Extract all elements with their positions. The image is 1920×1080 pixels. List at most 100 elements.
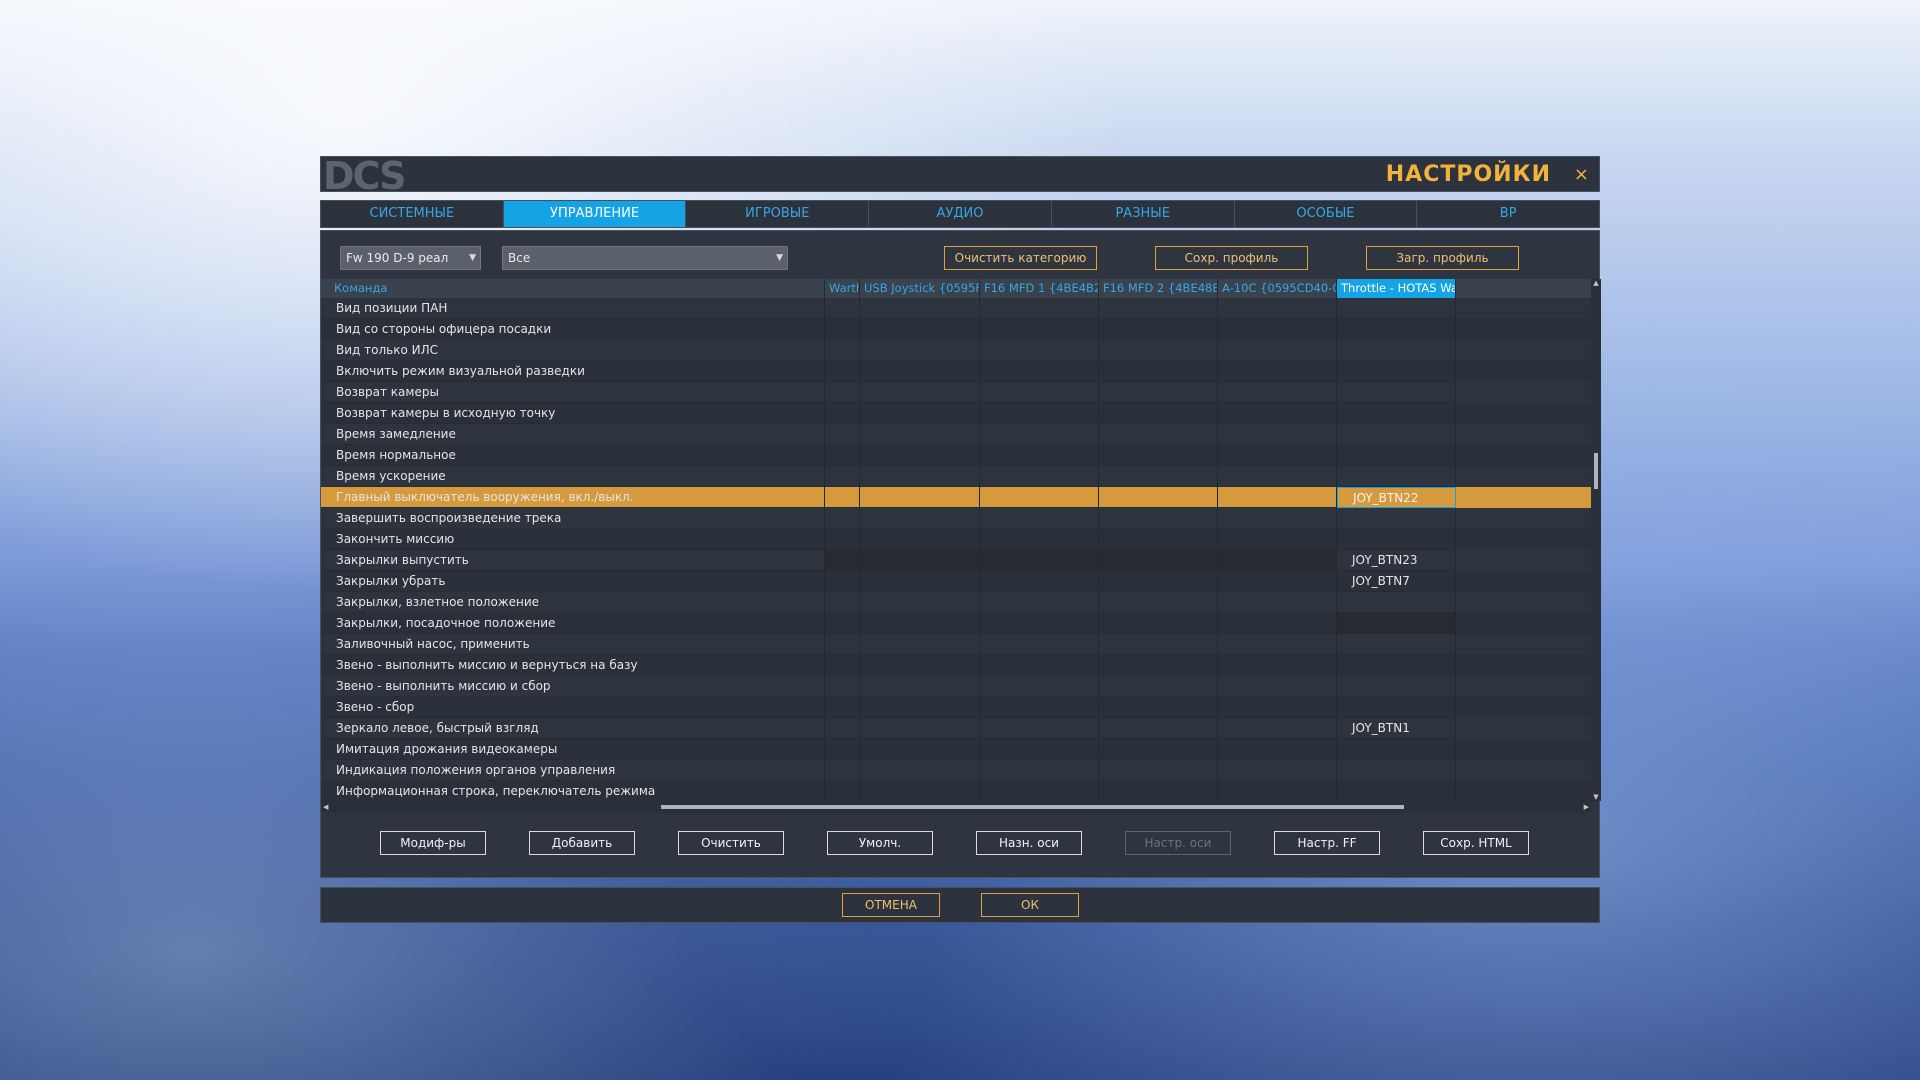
default-button[interactable]: Умолч. [827,831,933,855]
binding-cell[interactable] [1099,466,1218,487]
binding-cell[interactable] [1099,571,1218,592]
binding-cell[interactable] [1099,445,1218,466]
save-profile-button[interactable]: Сохр. профиль [1155,246,1308,270]
binding-cell[interactable] [1337,697,1456,718]
binding-cell[interactable] [825,739,860,760]
column-header-device-4[interactable]: F16 MFD 2 {4BE48BA0-C [1099,279,1218,298]
binding-cell[interactable] [1218,298,1337,319]
binding-cell[interactable] [1337,319,1456,340]
binding-cell[interactable] [825,781,860,801]
binding-cell[interactable] [860,739,980,760]
binding-cell[interactable] [825,592,860,613]
binding-cell[interactable] [1218,403,1337,424]
category-select[interactable]: Все ▼ [502,246,788,270]
binding-cell[interactable] [1218,319,1337,340]
binding-cell[interactable] [980,592,1099,613]
table-row[interactable]: Зеркало левое, быстрый взгляд JOY_BTN1 [321,718,1591,739]
binding-cell[interactable] [1099,592,1218,613]
binding-cell[interactable] [1337,676,1456,697]
binding-cell[interactable] [1337,592,1456,613]
binding-cell[interactable] [980,718,1099,739]
binding-cell[interactable] [1218,487,1337,508]
horizontal-scroll-thumb[interactable] [661,805,1404,809]
binding-cell[interactable] [860,571,980,592]
tab-controls[interactable]: УПРАВЛЕНИЕ [503,201,687,227]
horizontal-scrollbar[interactable]: ◀ ▶ [321,801,1591,813]
table-row[interactable]: Имитация дрожания видеокамеры [321,739,1591,760]
scroll-right-icon[interactable]: ▶ [1584,801,1589,813]
binding-cell[interactable] [860,529,980,550]
clear-category-button[interactable]: Очистить категорию [944,246,1097,270]
binding-cell[interactable] [860,781,980,801]
binding-cell[interactable] [980,319,1099,340]
binding-cell[interactable] [825,571,860,592]
binding-cell[interactable] [980,760,1099,781]
binding-cell[interactable] [980,676,1099,697]
binding-cell[interactable] [825,550,860,571]
binding-cell[interactable]: JOY_BTN7 [1337,571,1456,592]
binding-cell[interactable] [1099,676,1218,697]
binding-cell[interactable] [1218,571,1337,592]
binding-cell[interactable] [860,340,980,361]
binding-cell[interactable] [860,445,980,466]
binding-cell[interactable] [980,382,1099,403]
binding-cell[interactable] [1337,361,1456,382]
binding-cell[interactable] [825,340,860,361]
binding-cell[interactable] [1099,718,1218,739]
binding-cell[interactable] [1337,634,1456,655]
binding-cell[interactable] [860,697,980,718]
binding-cell[interactable] [980,550,1099,571]
binding-cell[interactable] [1099,655,1218,676]
binding-cell[interactable] [860,655,980,676]
binding-cell[interactable] [825,319,860,340]
binding-cell[interactable] [1099,424,1218,445]
table-row[interactable]: Закончить миссию [321,529,1591,550]
table-row[interactable]: Закрылки, посадочное положение [321,613,1591,634]
binding-cell[interactable] [1218,508,1337,529]
scroll-down-icon[interactable]: ▼ [1591,793,1601,801]
binding-cell[interactable] [1218,382,1337,403]
binding-cell[interactable] [825,466,860,487]
aircraft-select[interactable]: Fw 190 D-9 реал ▼ [340,246,481,270]
binding-cell[interactable] [980,403,1099,424]
binding-cell[interactable] [1218,655,1337,676]
binding-cell[interactable] [825,613,860,634]
binding-cell[interactable] [825,445,860,466]
binding-cell[interactable] [980,508,1099,529]
binding-cell[interactable] [1218,739,1337,760]
binding-cell[interactable] [825,298,860,319]
tab-gameplay[interactable]: ИГРОВЫЕ [686,201,870,227]
column-header-device-1[interactable]: Wartho [825,279,860,298]
binding-cell[interactable] [1337,298,1456,319]
binding-cell[interactable] [1218,340,1337,361]
binding-cell[interactable] [825,424,860,445]
column-header-command[interactable]: Команда [321,279,825,298]
binding-cell[interactable] [1337,739,1456,760]
binding-cell[interactable] [980,655,1099,676]
binding-cell[interactable] [860,403,980,424]
binding-cell[interactable] [1218,550,1337,571]
binding-cell[interactable]: JOY_BTN1 [1337,718,1456,739]
binding-cell[interactable] [1337,781,1456,801]
binding-cell[interactable] [1099,529,1218,550]
table-row[interactable]: Завершить воспроизведение трека [321,508,1591,529]
binding-cell[interactable] [980,571,1099,592]
tab-special[interactable]: ОСОБЫЕ [1235,201,1418,227]
table-row[interactable]: Индикация положения органов управления [321,760,1591,781]
binding-cell[interactable] [1337,613,1456,634]
binding-cell[interactable] [860,487,980,508]
ff-tune-button[interactable]: Настр. FF [1274,831,1380,855]
modifiers-button[interactable]: Модиф-ры [380,831,486,855]
column-header-device-2[interactable]: USB Joystick {0595F4 [860,279,980,298]
binding-cell[interactable] [980,445,1099,466]
binding-cell[interactable] [860,382,980,403]
binding-cell[interactable] [1337,340,1456,361]
binding-cell[interactable] [860,760,980,781]
table-row[interactable]: Вид со стороны офицера посадки [321,319,1591,340]
binding-cell[interactable] [1099,697,1218,718]
binding-cell[interactable] [980,529,1099,550]
binding-cell[interactable] [980,697,1099,718]
binding-cell[interactable] [1337,466,1456,487]
binding-cell[interactable] [860,361,980,382]
vertical-scroll-thumb[interactable] [1594,453,1598,489]
